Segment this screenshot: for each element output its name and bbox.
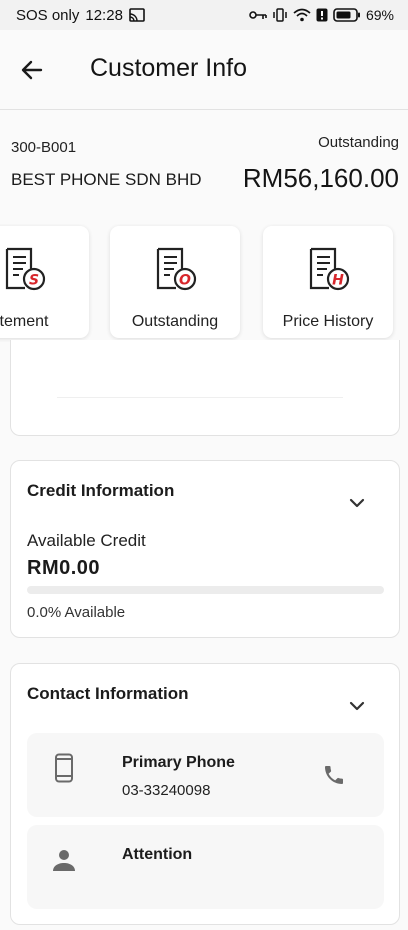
chevron-down-icon[interactable]	[345, 491, 369, 515]
outstanding-label: Outstanding	[318, 134, 399, 151]
arrow-left-icon	[21, 60, 43, 80]
credit-information-title: Credit Information	[27, 481, 175, 500]
statement-label: tement	[0, 313, 49, 330]
chevron-down-icon[interactable]	[345, 694, 369, 718]
attention-title: Attention	[122, 846, 193, 863]
primary-phone-value: 03-33240098	[122, 782, 211, 799]
carrier-text: SOS only	[16, 6, 80, 24]
contact-item-attention[interactable]: Attention	[27, 825, 384, 909]
statement-button[interactable]: S tement	[0, 226, 89, 338]
available-percentage: 0.0% Available	[27, 604, 126, 621]
customer-name: BEST PHONE SDN BHD	[11, 170, 202, 189]
person-icon	[49, 845, 79, 875]
available-credit-label: Available Credit	[27, 531, 146, 550]
divider	[57, 397, 343, 398]
cast-icon	[129, 8, 145, 22]
smartphone-icon	[49, 753, 79, 783]
app-bar: Customer Info	[0, 30, 408, 110]
vibrate-icon	[272, 8, 288, 22]
status-bar: SOS only 12:28 69%	[0, 0, 408, 30]
credit-progress-bar	[27, 586, 384, 594]
available-credit-value: RM0.00	[27, 557, 101, 579]
outstanding-button[interactable]: O Outstanding	[110, 226, 240, 338]
credit-information-panel: Credit Information Available Credit RM0.…	[10, 460, 400, 638]
phone-call-icon[interactable]	[322, 763, 346, 787]
price-history-label: Price History	[282, 313, 374, 330]
outstanding-label-button: Outstanding	[131, 313, 219, 330]
primary-phone-title: Primary Phone	[122, 754, 235, 771]
key-icon	[249, 9, 267, 21]
clock-text: 12:28	[85, 6, 123, 24]
svg-text:S: S	[29, 273, 39, 289]
contact-information-panel: Contact Information Primary Phone 03-332…	[10, 663, 400, 925]
svg-text:O: O	[179, 273, 191, 289]
outstanding-document-icon: O	[152, 246, 198, 297]
battery-icon	[333, 8, 361, 22]
page-title: Customer Info	[90, 54, 248, 82]
price-history-button[interactable]: H Price History	[263, 226, 393, 338]
customer-code: 300-B001	[11, 139, 77, 156]
alert-icon	[316, 8, 328, 22]
contact-item-primary-phone[interactable]: Primary Phone 03-33240098	[27, 733, 384, 817]
contact-information-title: Contact Information	[27, 684, 189, 703]
battery-text: 69%	[365, 7, 394, 23]
price-history-document-icon: H	[305, 246, 351, 297]
scrolled-panel	[10, 340, 400, 436]
statement-document-icon: S	[1, 246, 47, 297]
action-carousel[interactable]: S tement O Outstanding H Price History	[0, 224, 408, 342]
outstanding-amount: RM56,160.00	[242, 163, 399, 193]
svg-text:H: H	[332, 273, 344, 289]
back-button[interactable]	[14, 52, 50, 88]
wifi-icon	[293, 8, 311, 22]
